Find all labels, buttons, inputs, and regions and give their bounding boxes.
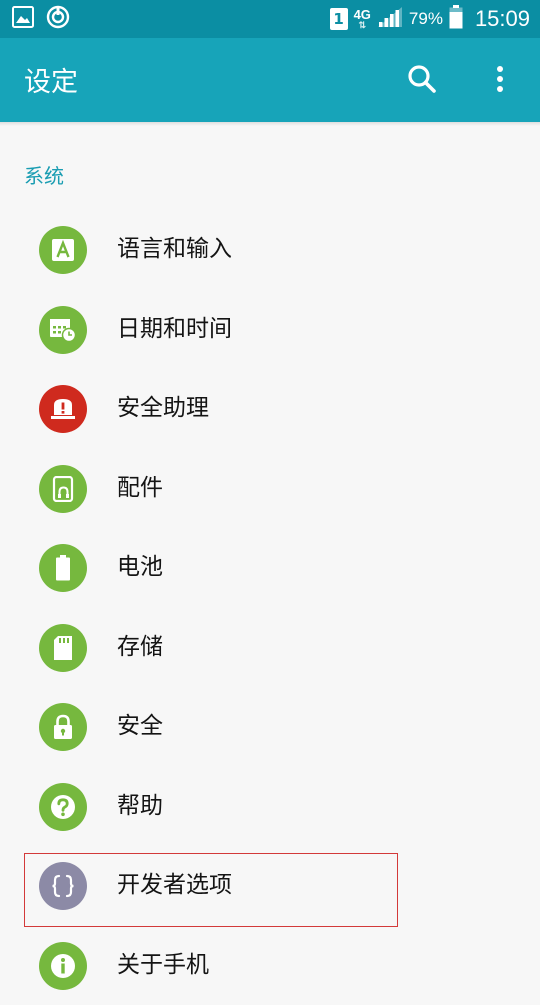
status-notifications xyxy=(12,7,70,31)
more-options-button[interactable] xyxy=(480,61,520,101)
language-icon xyxy=(39,226,87,274)
accessory-icon xyxy=(39,465,87,513)
app-bar-actions xyxy=(402,61,520,101)
app-bar-shadow xyxy=(0,122,540,126)
sync-icon xyxy=(46,5,70,33)
signal-icon xyxy=(377,6,403,32)
item-label: 日期和时间 xyxy=(117,314,232,344)
list-item-help[interactable]: 帮助 xyxy=(0,767,540,847)
section-header-system: 系统 xyxy=(24,160,64,189)
page-title: 设定 xyxy=(24,60,78,99)
item-label: 开发者选项 xyxy=(117,870,232,900)
item-label: 配件 xyxy=(117,473,163,503)
search-icon xyxy=(407,64,437,98)
status-bar: 1 4G ⇅ 79% 15:09 xyxy=(0,0,540,38)
lock-icon xyxy=(39,703,87,751)
list-item-storage[interactable]: 存储 xyxy=(0,608,540,688)
help-icon xyxy=(39,783,87,831)
app-bar: 设定 xyxy=(0,38,540,122)
battery-icon xyxy=(39,544,87,592)
data-arrows-icon: ⇅ xyxy=(358,21,366,30)
list-item-date-time[interactable]: 日期和时间 xyxy=(0,290,540,370)
item-label: 帮助 xyxy=(117,791,163,821)
more-vert-icon xyxy=(496,65,504,97)
gallery-icon xyxy=(12,6,34,32)
calendar-clock-icon xyxy=(39,306,87,354)
search-button[interactable] xyxy=(402,61,442,101)
sd-card-icon xyxy=(39,624,87,672)
list-item-language-input[interactable]: 语言和输入 xyxy=(0,210,540,290)
status-indicators: 1 4G ⇅ 79% 15:09 xyxy=(330,6,530,32)
alert-icon xyxy=(39,385,87,433)
list-item-developer-options[interactable]: 开发者选项 xyxy=(0,846,540,926)
list-item-about-phone[interactable]: 关于手机 xyxy=(0,926,540,1005)
item-label: 存储 xyxy=(117,632,163,662)
info-icon xyxy=(39,942,87,990)
settings-list: 语言和输入 日期和时间 xyxy=(0,210,540,1005)
item-label: 电池 xyxy=(117,552,163,582)
sim-icon: 1 xyxy=(330,8,348,30)
item-label: 语言和输入 xyxy=(117,234,232,264)
item-label: 安全 xyxy=(117,711,163,741)
list-item-security-assistant[interactable]: 安全助理 xyxy=(0,369,540,449)
clock: 15:09 xyxy=(475,6,530,32)
list-item-battery[interactable]: 电池 xyxy=(0,528,540,608)
list-item-security[interactable]: 安全 xyxy=(0,687,540,767)
list-item-accessories[interactable]: 配件 xyxy=(0,449,540,529)
item-label: 关于手机 xyxy=(117,950,209,980)
braces-icon xyxy=(39,862,87,910)
network-type: 4G ⇅ xyxy=(354,8,371,30)
battery-percent: 79% xyxy=(409,9,443,29)
item-label: 安全助理 xyxy=(117,393,209,423)
battery-icon xyxy=(449,5,463,33)
